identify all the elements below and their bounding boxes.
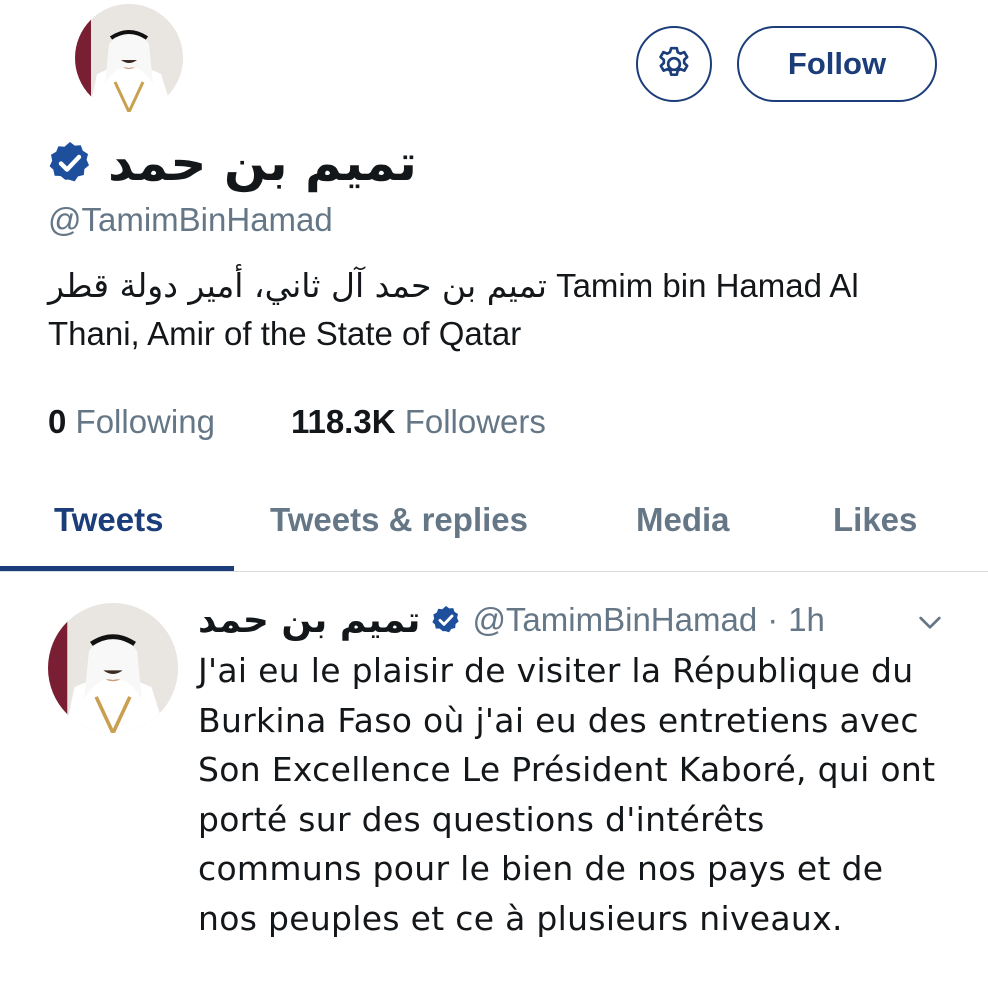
tabs-divider	[0, 571, 988, 572]
followers-stat[interactable]: 118.3K Followers	[291, 398, 546, 446]
tab-likes[interactable]: Likes	[833, 498, 917, 542]
tweet-separator: ·	[767, 601, 779, 638]
following-count: 0	[48, 403, 67, 440]
tweet-handle[interactable]: @TamimBinHamad	[472, 601, 757, 639]
tab-media[interactable]: Media	[636, 498, 730, 542]
following-label: Following	[75, 403, 215, 440]
verified-badge-icon	[432, 606, 460, 633]
avatar-portrait-image	[75, 4, 183, 112]
chevron-down-icon[interactable]	[914, 606, 946, 638]
tweet-header: تميم بن حمد @TamimBinHamad · 1h	[198, 596, 825, 644]
profile-stats: 0 Following 118.3K Followers	[48, 398, 546, 446]
gear-icon	[659, 46, 689, 76]
bio-arabic: تميم بن حمد آل ثاني، أمير دولة قطر	[48, 266, 547, 305]
tweet-avatar[interactable]	[48, 603, 178, 733]
profile-bio: تميم بن حمد آل ثاني، أمير دولة قطر Tamim…	[48, 262, 928, 358]
profile-page: Follow تميم بن حمد @TamimBinHamad تميم ب…	[0, 0, 988, 1000]
avatar-portrait-image	[48, 603, 178, 733]
display-name: تميم بن حمد	[108, 134, 417, 192]
tab-tweets[interactable]: Tweets	[54, 498, 163, 542]
tab-tweets-replies[interactable]: Tweets & replies	[270, 498, 528, 542]
tweet-time[interactable]: 1h	[788, 601, 825, 639]
settings-button[interactable]	[636, 26, 712, 102]
verified-badge-icon	[49, 142, 89, 182]
followers-label: Followers	[404, 403, 546, 440]
profile-avatar[interactable]	[75, 4, 183, 112]
following-stat[interactable]: 0 Following	[48, 398, 215, 446]
name-row: تميم بن حمد	[46, 130, 417, 196]
followers-count: 118.3K	[290, 403, 396, 440]
tweet-author-name[interactable]: تميم بن حمد	[198, 600, 420, 641]
profile-tabs: Tweets Tweets & replies Media Likes	[0, 470, 988, 572]
tweet-text: J'ai eu le plaisir de visiter la Républi…	[198, 651, 936, 938]
follow-button[interactable]: Follow	[737, 26, 937, 102]
profile-handle: @TamimBinHamad	[48, 201, 333, 238]
